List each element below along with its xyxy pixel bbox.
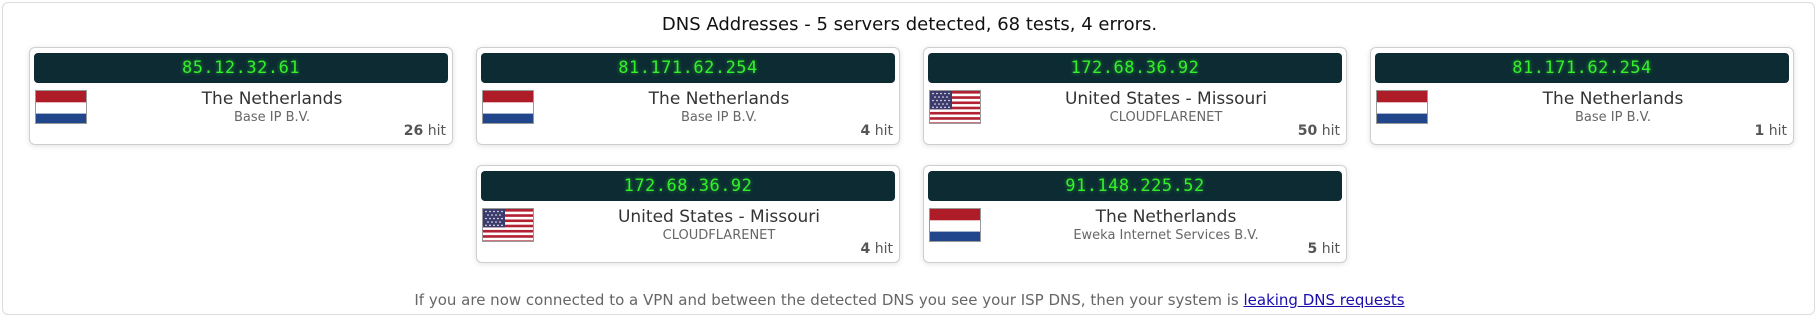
leaking-dns-link[interactable]: leaking DNS requests	[1243, 291, 1404, 309]
leak-notice: If you are now connected to a VPN and be…	[3, 291, 1816, 309]
hit-count: 50 hit	[1298, 123, 1340, 139]
country-name: The Netherlands	[201, 89, 343, 109]
hit-count: 4 hit	[861, 241, 893, 257]
hit-count: 1 hit	[1755, 123, 1787, 139]
hit-count: 4 hit	[861, 123, 893, 139]
hit-number: 1	[1754, 123, 1765, 139]
country-name: United States - Missouri	[1064, 89, 1268, 109]
isp-name: CLOUDFLARENET	[662, 228, 776, 243]
isp-name: Eweka Internet Services B.V.	[1073, 228, 1259, 243]
nl-flag-icon	[1376, 90, 1428, 124]
hit-count: 26 hit	[404, 123, 446, 139]
hit-label: hit	[1321, 241, 1340, 257]
hit-label: hit	[874, 241, 893, 257]
hit-number: 4	[860, 241, 871, 257]
dns-server-card: 81.171.62.254 The Netherlands Base IP B.…	[1370, 47, 1794, 145]
country-name: United States - Missouri	[617, 207, 821, 227]
isp-name: Base IP B.V.	[681, 110, 757, 125]
us-flag-icon	[482, 208, 534, 242]
hit-label: hit	[1321, 123, 1340, 139]
nl-flag-icon	[35, 90, 87, 124]
ip-address: 172.68.36.92	[481, 171, 895, 201]
isp-name: CLOUDFLARENET	[1109, 110, 1223, 125]
country-name: The Netherlands	[648, 89, 790, 109]
ip-address: 91.148.225.52	[928, 171, 1342, 201]
us-flag-icon	[929, 90, 981, 124]
hit-number: 4	[860, 123, 871, 139]
hit-number: 50	[1297, 123, 1318, 139]
nl-flag-icon	[482, 90, 534, 124]
ip-address: 85.12.32.61	[34, 53, 448, 83]
isp-name: Base IP B.V.	[234, 110, 310, 125]
ip-address: 172.68.36.92	[928, 53, 1342, 83]
dns-server-card: 85.12.32.61 The Netherlands Base IP B.V.…	[29, 47, 453, 145]
dns-server-card: 172.68.36.92 United States - Missouri CL…	[476, 165, 900, 263]
dns-server-card: 172.68.36.92 United States - Missouri CL…	[923, 47, 1347, 145]
ip-address: 81.171.62.254	[481, 53, 895, 83]
hit-label: hit	[427, 123, 446, 139]
isp-name: Base IP B.V.	[1575, 110, 1651, 125]
dns-server-card: 81.171.62.254 The Netherlands Base IP B.…	[476, 47, 900, 145]
dns-server-card: 91.148.225.52 The Netherlands Eweka Inte…	[923, 165, 1347, 263]
page-title: DNS Addresses - 5 servers detected, 68 t…	[661, 14, 1158, 35]
hit-number: 5	[1307, 241, 1318, 257]
hit-label: hit	[1768, 123, 1787, 139]
dns-addresses-panel: DNS Addresses - 5 servers detected, 68 t…	[2, 2, 1815, 315]
hit-count: 5 hit	[1308, 241, 1340, 257]
hit-number: 26	[403, 123, 424, 139]
nl-flag-icon	[929, 208, 981, 242]
hit-label: hit	[874, 123, 893, 139]
ip-address: 81.171.62.254	[1375, 53, 1789, 83]
leak-notice-text: If you are now connected to a VPN and be…	[414, 291, 1239, 309]
country-name: The Netherlands	[1095, 207, 1237, 227]
country-name: The Netherlands	[1542, 89, 1684, 109]
